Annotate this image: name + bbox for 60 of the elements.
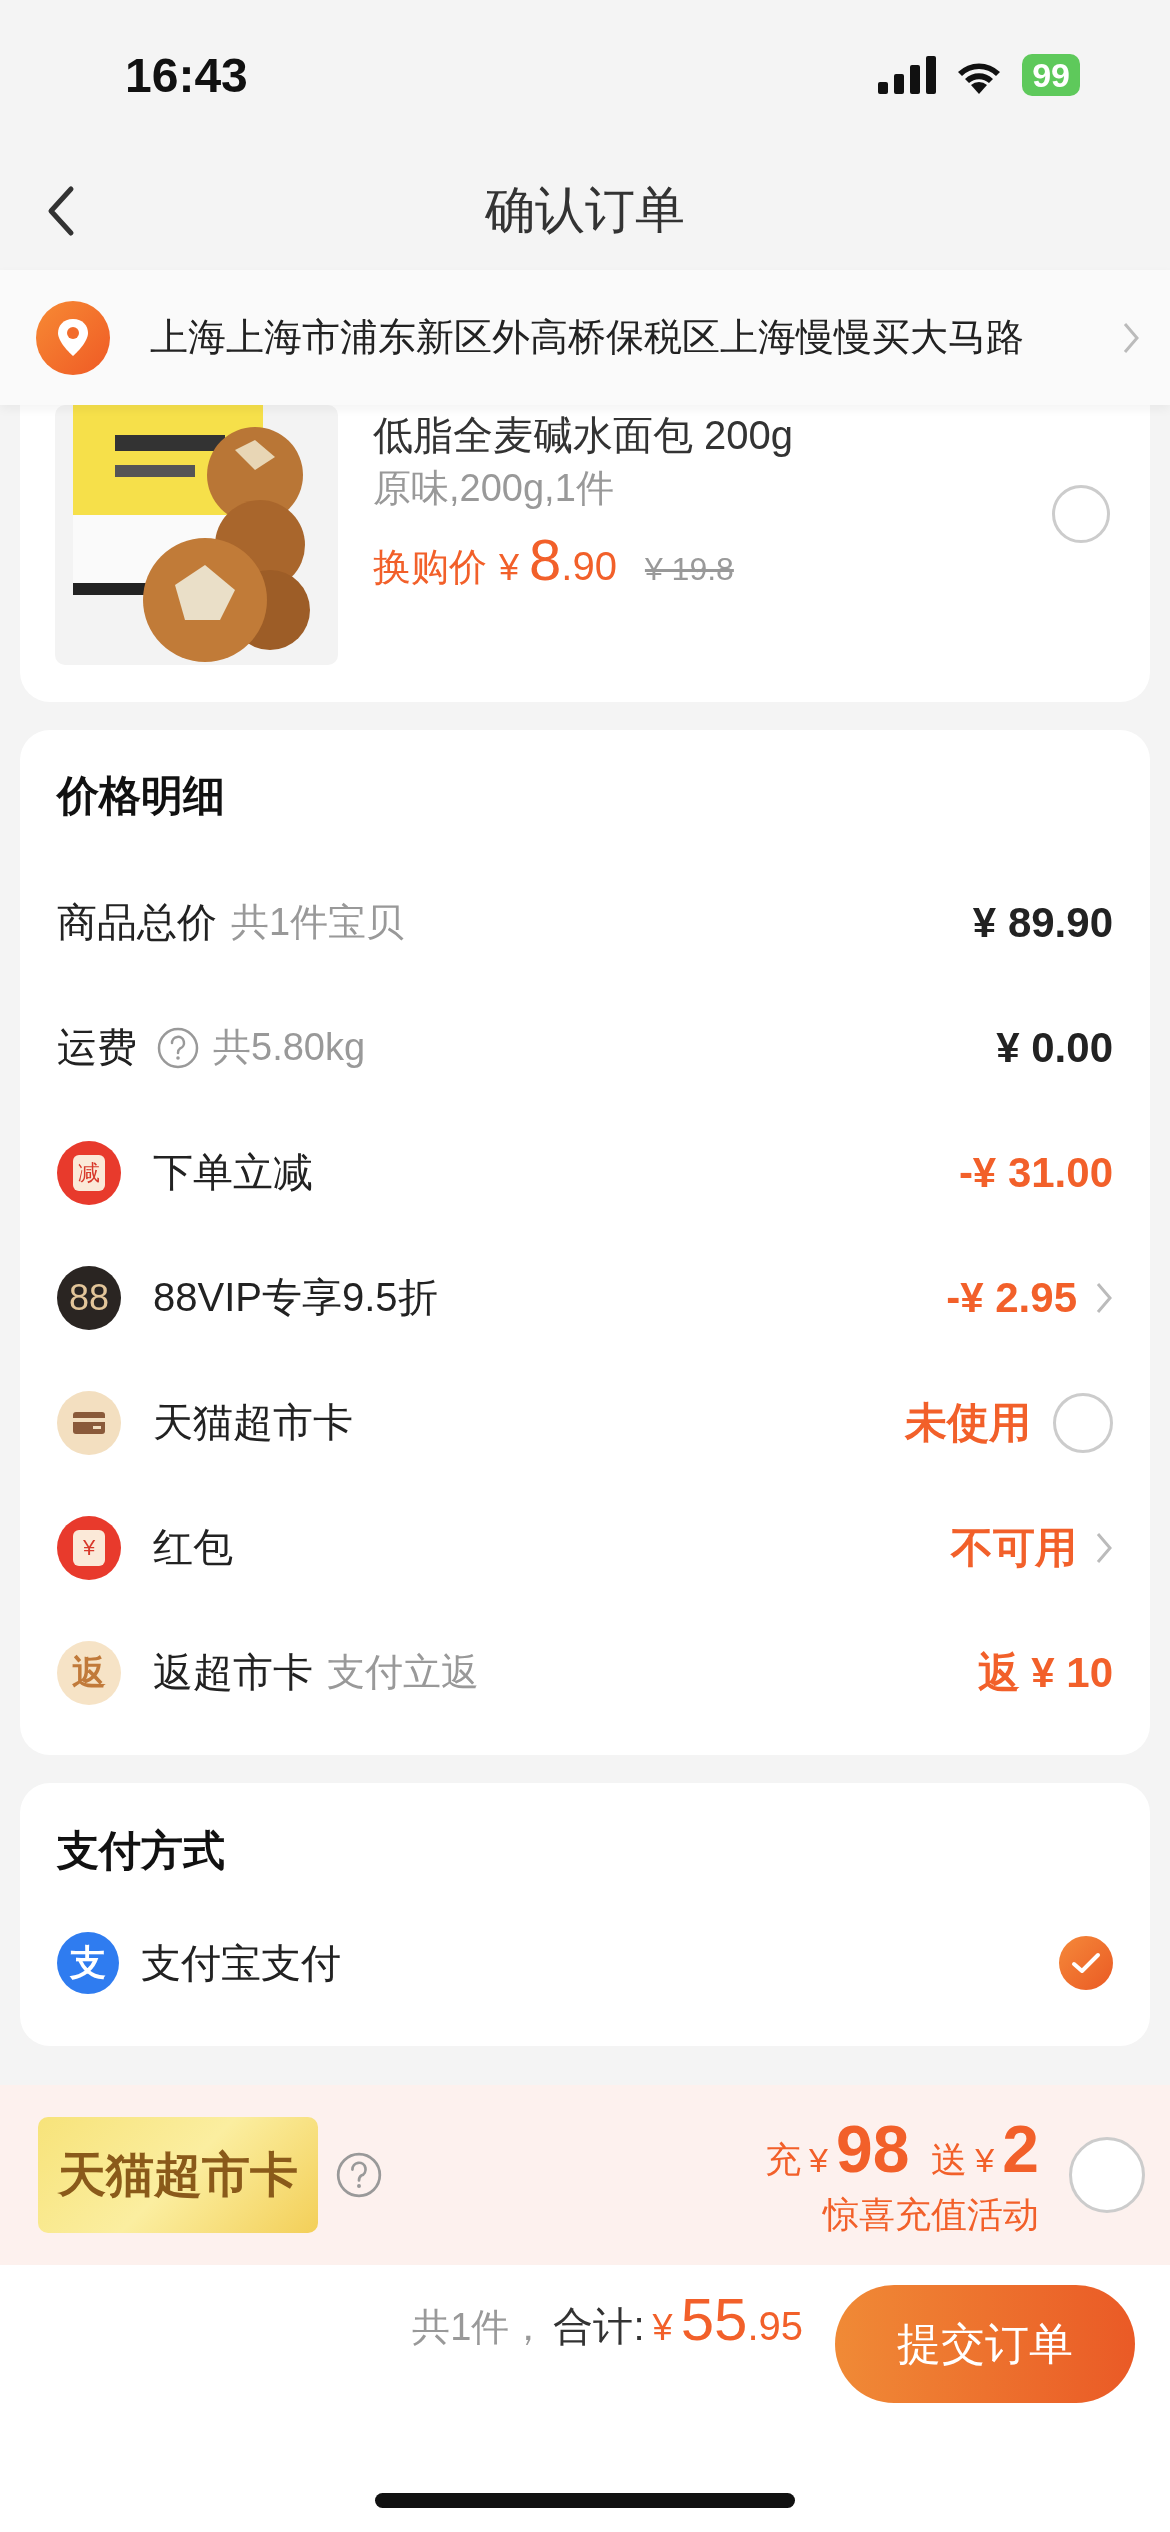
row-label: 天猫超市卡 bbox=[153, 1399, 353, 1446]
currency-symbol: ¥ bbox=[975, 2140, 995, 2180]
address-bar[interactable]: 上海上海市浦东新区外高桥保税区上海慢慢买大马路 bbox=[0, 270, 1170, 405]
recharge-amount: 98 bbox=[835, 2110, 910, 2187]
row-note: 支付立返 bbox=[327, 1650, 479, 1695]
offer-prefix: 充 bbox=[765, 2137, 801, 2182]
offer-subtitle: 惊喜充值活动 bbox=[823, 2192, 1039, 2237]
address-text: 上海上海市浦东新区外高桥保税区上海慢慢买大马路 bbox=[150, 315, 1025, 360]
payment-method-label: 支付宝支付 bbox=[141, 1939, 341, 1987]
product-variant: 原味,200g,1件 bbox=[373, 466, 615, 511]
supermarket-card-badge: 天猫超市卡 bbox=[38, 2117, 318, 2233]
row-label: 红包 bbox=[153, 1524, 233, 1571]
row-value: 未使用 bbox=[905, 1397, 1031, 1448]
badge-text: 减 bbox=[73, 1154, 105, 1191]
bonus-amount: 2 bbox=[1002, 2110, 1039, 2187]
page-title: 确认订单 bbox=[485, 180, 685, 240]
currency-symbol: ¥ bbox=[499, 547, 520, 589]
product-title: 低脂全麦碱水面包 200g bbox=[373, 412, 794, 459]
signal-icon bbox=[878, 56, 937, 94]
row-value: ¥ 0.00 bbox=[996, 1023, 1113, 1072]
rebate-badge: 返 bbox=[57, 1640, 121, 1705]
row-label: 88VIP专享9.5折 bbox=[153, 1274, 438, 1321]
help-icon[interactable] bbox=[157, 1026, 199, 1069]
total-label: 合计: bbox=[553, 2303, 645, 2350]
row-label: 下单立减 bbox=[153, 1149, 313, 1196]
row-value: 返 ¥ 10 bbox=[977, 1647, 1113, 1698]
total-decimal: .95 bbox=[747, 2304, 803, 2349]
chevron-icon bbox=[1122, 320, 1140, 355]
price-integer: 8 bbox=[529, 526, 562, 593]
status-time: 16:43 bbox=[125, 47, 248, 103]
card-icon bbox=[57, 1390, 121, 1455]
location-pin-icon bbox=[36, 300, 110, 375]
currency-symbol: ¥ bbox=[809, 2140, 828, 2180]
item-count: 共1件， bbox=[412, 2305, 548, 2350]
checked-radio[interactable] bbox=[1059, 1936, 1113, 1990]
chevron-icon[interactable] bbox=[1095, 1530, 1113, 1565]
row-value: -¥ 31.00 bbox=[958, 1148, 1113, 1197]
row-value: -¥ 2.95 bbox=[946, 1273, 1077, 1322]
row-label: 返超市卡 bbox=[153, 1649, 313, 1696]
section-title: 支付方式 bbox=[57, 1826, 226, 1876]
chevron-icon[interactable] bbox=[1095, 1280, 1113, 1315]
offer-prefix: 送 bbox=[931, 2137, 968, 2182]
section-title: 价格明细 bbox=[57, 771, 226, 821]
price-decimal: .90 bbox=[561, 544, 617, 589]
badge-text: ¥ bbox=[73, 1529, 105, 1566]
help-icon[interactable] bbox=[336, 2152, 382, 2198]
price-label: 换购价 bbox=[373, 545, 487, 590]
total-integer: 55 bbox=[680, 2285, 748, 2354]
row-label: 运费 bbox=[57, 1024, 137, 1071]
row-value: 不可用 bbox=[951, 1522, 1077, 1573]
row-label: 商品总价 bbox=[57, 899, 217, 946]
currency-symbol: ¥ bbox=[652, 2307, 673, 2349]
alipay-badge: 支 bbox=[57, 1932, 119, 1994]
battery-indicator: 99 bbox=[1022, 54, 1080, 96]
row-value: ¥ 89.90 bbox=[972, 898, 1113, 947]
select-radio[interactable] bbox=[1052, 485, 1110, 543]
vip-badge: 88 bbox=[57, 1265, 121, 1330]
original-price: ¥ 19.8 bbox=[644, 551, 734, 588]
row-note: 共5.80kg bbox=[213, 1025, 366, 1070]
row-note: 共1件宝贝 bbox=[231, 900, 405, 945]
